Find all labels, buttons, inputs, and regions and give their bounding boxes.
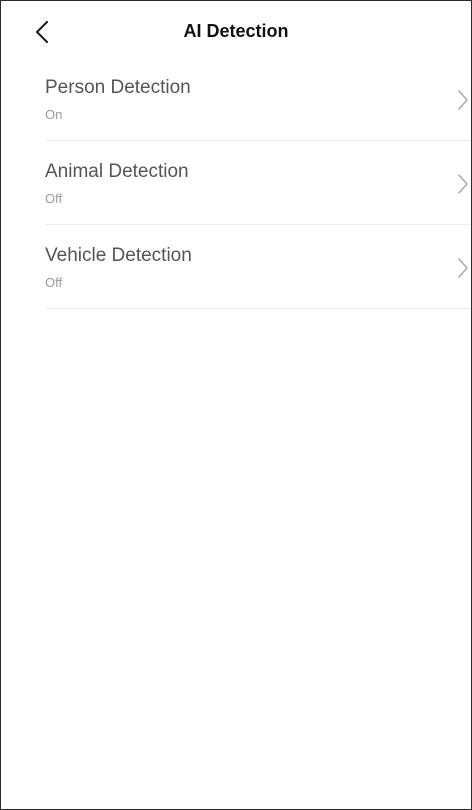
vehicle-detection-status: Off [45, 275, 63, 290]
chevron-right-icon [458, 174, 468, 194]
page-title: AI Detection [183, 21, 289, 41]
person-detection-item[interactable]: Person Detection On [45, 57, 471, 141]
detection-list: Person Detection On Animal Detection Off… [45, 57, 471, 309]
animal-detection-status: Off [45, 191, 63, 206]
person-detection-label: Person Detection [45, 77, 191, 98]
nav-bar: AI Detection [1, 1, 471, 63]
ai-detection-screen: AI Detection Person Detection On Animal … [0, 0, 472, 810]
chevron-right-icon [458, 90, 468, 110]
vehicle-detection-item[interactable]: Vehicle Detection Off [45, 225, 471, 309]
animal-detection-label: Animal Detection [45, 161, 189, 182]
chevron-right-icon [458, 258, 468, 278]
vehicle-detection-label: Vehicle Detection [45, 245, 192, 266]
person-detection-status: On [45, 107, 63, 122]
animal-detection-item[interactable]: Animal Detection Off [45, 141, 471, 225]
